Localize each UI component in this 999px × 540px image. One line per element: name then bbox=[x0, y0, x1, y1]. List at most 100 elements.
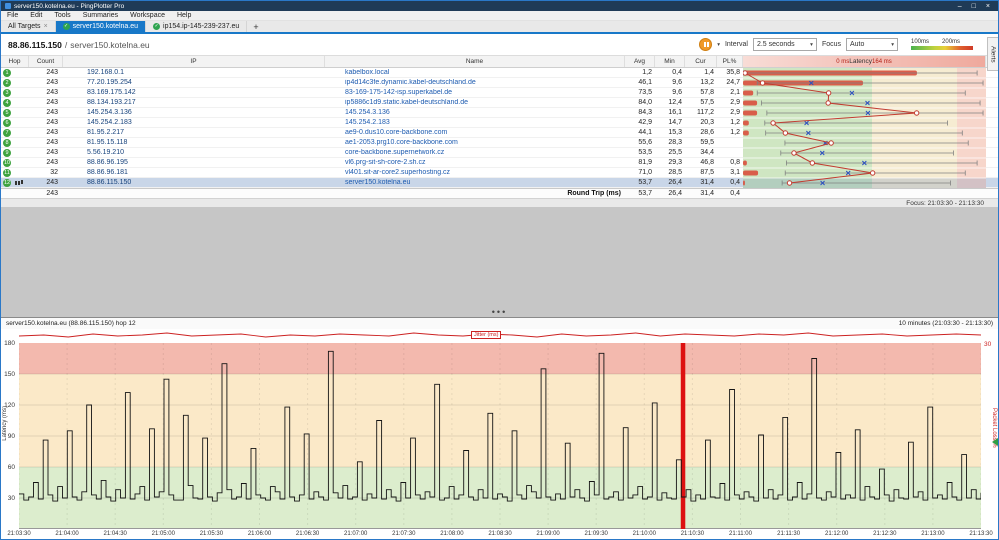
hop-cell: 3 bbox=[1, 88, 29, 97]
close-button[interactable]: × bbox=[986, 2, 990, 11]
x-axis-tick: 21:11:00 bbox=[729, 531, 752, 537]
time-graph-range: 10 minutes (21:03:30 - 21:13:30) bbox=[898, 320, 993, 327]
x-axis-tick: 21:07:00 bbox=[344, 531, 368, 537]
latency-max-label: 164 ms bbox=[872, 58, 892, 65]
header-cur[interactable]: Cur bbox=[685, 56, 717, 67]
check-icon: ✓ bbox=[62, 23, 70, 30]
chevron-down-icon[interactable]: ▾ bbox=[717, 42, 720, 48]
pl-cell: 0,8 bbox=[730, 159, 740, 166]
count-cell: 32 bbox=[50, 169, 58, 176]
header-avg[interactable]: Avg bbox=[625, 56, 655, 67]
tab-server150[interactable]: ✓ server150.kotelna.eu bbox=[55, 21, 147, 32]
hop-cell: 11 bbox=[1, 168, 29, 177]
avg-cell: 55,6 bbox=[638, 139, 652, 146]
count-cell: 243 bbox=[46, 119, 58, 126]
focus-value: Auto bbox=[850, 41, 865, 48]
header-pl[interactable]: PL% bbox=[717, 56, 743, 67]
menu-item-workspace[interactable]: Workspace bbox=[124, 12, 171, 19]
interval-value: 2.5 seconds bbox=[756, 41, 795, 48]
header-ip[interactable]: IP bbox=[63, 56, 325, 67]
focus-label: Focus bbox=[821, 41, 841, 48]
min-cell: 28,3 bbox=[668, 139, 682, 146]
avg-cell: 1,2 bbox=[642, 69, 652, 76]
window-controls: – □ × bbox=[958, 2, 994, 11]
hostname-cell: ip5886c1d9.static.kabel-deutschland.de bbox=[345, 99, 468, 106]
time-graph-plot[interactable] bbox=[18, 343, 982, 529]
menu-item-edit[interactable]: Edit bbox=[24, 12, 48, 19]
hop-badge: 7 bbox=[3, 128, 11, 137]
x-axis-tick: 21:08:00 bbox=[440, 531, 464, 537]
hostname-cell: 145.254.2.183 bbox=[345, 119, 390, 126]
cur-cell: 46,8 bbox=[700, 159, 714, 166]
avg-cell: 53,7 bbox=[638, 179, 652, 186]
hop-cell: 6 bbox=[1, 118, 29, 127]
hop-badge: 6 bbox=[3, 118, 11, 127]
new-tab-button[interactable]: + bbox=[247, 22, 264, 32]
header-min[interactable]: Min bbox=[655, 56, 685, 67]
ip-cell: 145.254.2.183 bbox=[87, 119, 132, 126]
avg-cell: 71,0 bbox=[638, 169, 652, 176]
alerts-side-tab[interactable]: Alerts bbox=[987, 37, 998, 71]
tab-ip154[interactable]: ✓ ip154.ip-145-239-237.eu bbox=[146, 21, 248, 32]
count-cell: 243 bbox=[46, 89, 58, 96]
menu-item-summaries[interactable]: Summaries bbox=[77, 12, 124, 19]
chevron-down-icon: ▾ bbox=[810, 41, 813, 48]
count-cell: 243 bbox=[46, 69, 58, 76]
min-cell: 26,4 bbox=[668, 179, 682, 186]
focus-range-bar: Focus: 21:03:30 - 21:13:30 bbox=[1, 198, 998, 207]
tab-bar: All Targets × ✓ server150.kotelna.eu ✓ i… bbox=[1, 21, 998, 34]
tab-label: All Targets bbox=[8, 23, 41, 30]
cur-cell: 13,2 bbox=[700, 79, 714, 86]
ip-cell: 81.95.15.118 bbox=[87, 139, 128, 146]
min-cell: 14,7 bbox=[668, 119, 682, 126]
header-hop[interactable]: Hop bbox=[1, 56, 29, 67]
hostname-cell: ip4d14c3fe.dynamic.kabel-deutschland.de bbox=[345, 79, 476, 86]
menu-item-tools[interactable]: Tools bbox=[48, 12, 76, 19]
x-axis-tick: 21:13:30 bbox=[969, 531, 993, 537]
hop-badge: 1 bbox=[3, 68, 11, 77]
latency-title: Latency bbox=[849, 58, 873, 65]
cur-cell: 117,2 bbox=[697, 109, 714, 116]
focus-select[interactable]: Auto ▾ bbox=[846, 38, 898, 51]
count-cell: 243 bbox=[46, 129, 58, 136]
hop-cell: 4 bbox=[1, 98, 29, 107]
menu-item-help[interactable]: Help bbox=[171, 12, 197, 19]
minimize-button[interactable]: – bbox=[958, 2, 962, 11]
tab-all-targets[interactable]: All Targets × bbox=[1, 21, 56, 32]
count-cell: 243 bbox=[46, 109, 58, 116]
maximize-button[interactable]: □ bbox=[972, 2, 976, 11]
pl-cell: 1,2 bbox=[730, 129, 740, 136]
jitter-legend-badge[interactable]: Jitter (ms) bbox=[471, 331, 502, 339]
x-axis-tick: 21:11:30 bbox=[777, 531, 801, 537]
pl-cell: 2,1 bbox=[730, 89, 740, 96]
header-count[interactable]: Count bbox=[29, 56, 63, 67]
hostname-cell: ae1-2053.prg10.core-backbone.com bbox=[345, 139, 458, 146]
min-cell: 9,6 bbox=[672, 79, 682, 86]
x-axis-tick: 21:09:30 bbox=[584, 531, 608, 537]
pause-button[interactable] bbox=[699, 38, 713, 51]
header-name[interactable]: Name bbox=[325, 56, 625, 67]
count-cell: 243 bbox=[46, 99, 58, 106]
title-bar: server150.kotelna.eu - PingPlotter Pro –… bbox=[1, 1, 998, 11]
packet-loss-max-tick: 30 bbox=[984, 341, 992, 348]
avg-cell: 46,1 bbox=[638, 79, 652, 86]
latency-gradient-bar bbox=[911, 46, 973, 50]
y-axis-tick: 60 bbox=[7, 463, 15, 471]
target-hostname: server150.kotelna.eu bbox=[70, 39, 150, 50]
ip-cell: 83.169.175.142 bbox=[87, 89, 136, 96]
count-cell: 243 bbox=[46, 159, 58, 166]
close-icon[interactable]: × bbox=[44, 23, 48, 30]
min-cell: 16,1 bbox=[668, 109, 682, 116]
interval-select[interactable]: 2.5 seconds ▾ bbox=[752, 38, 817, 51]
hostname-cell: ae9-0.dus10.core-backbone.com bbox=[345, 129, 448, 136]
graph-scale-handle-icon[interactable] bbox=[992, 438, 998, 446]
avg-cell: 84,0 bbox=[638, 99, 652, 106]
latency-strip-graph bbox=[742, 68, 986, 188]
splitter-handle[interactable]: ••• bbox=[492, 308, 507, 317]
menu-item-file[interactable]: File bbox=[1, 12, 24, 19]
time-graph-panel: server150.kotelna.eu (88.86.115.150) hop… bbox=[1, 317, 998, 539]
hop-badge: 3 bbox=[3, 88, 11, 97]
avg-cell: 73,5 bbox=[638, 89, 652, 96]
avg-cell: 42,9 bbox=[638, 119, 652, 126]
trace-table-header: Hop Count IP Name Avg Min Cur PL% 0 ms L… bbox=[1, 56, 998, 68]
